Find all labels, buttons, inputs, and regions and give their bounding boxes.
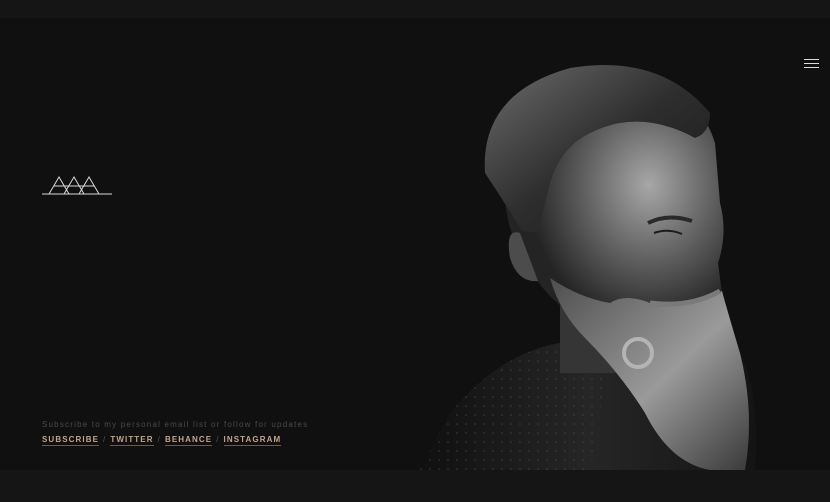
menu-line	[804, 59, 819, 60]
hero-section: Subscribe to my personal email list or f…	[0, 18, 830, 470]
footer: Subscribe to my personal email list or f…	[42, 420, 372, 446]
instagram-link[interactable]: INSTAGRAM	[223, 435, 282, 446]
portrait-image	[420, 65, 756, 470]
page: Subscribe to my personal email list or f…	[0, 0, 830, 502]
behance-link[interactable]: BEHANCE	[164, 435, 213, 446]
link-separator: /	[103, 435, 107, 444]
triple-triangle-logo-icon[interactable]	[42, 173, 112, 197]
menu-line	[804, 67, 819, 68]
subscribe-link[interactable]: SUBSCRIBE	[42, 435, 100, 446]
twitter-link[interactable]: TWITTER	[110, 435, 154, 446]
link-separator: /	[216, 435, 220, 444]
hamburger-menu-icon[interactable]	[804, 59, 819, 70]
footer-links: SUBSCRIBE / TWITTER / BEHANCE / INSTAGRAM	[42, 435, 372, 446]
menu-line	[804, 63, 819, 64]
footer-tagline: Subscribe to my personal email list or f…	[42, 420, 309, 429]
link-separator: /	[157, 435, 161, 444]
